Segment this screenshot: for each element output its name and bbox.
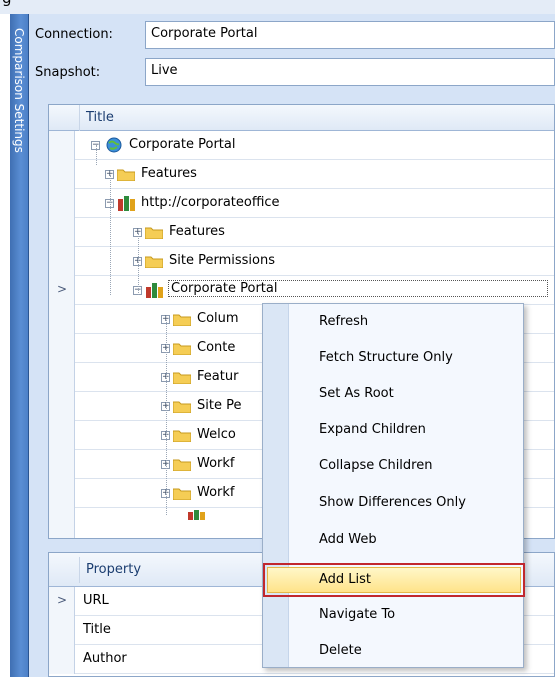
row-selector[interactable] [49,508,75,538]
row-selector[interactable] [49,218,75,247]
snapshot-value: Live [151,63,178,78]
connection-label: Connection: [35,27,113,42]
tree-row[interactable]: + Features [49,160,554,189]
row-selector[interactable] [49,160,75,189]
property-name: Title [83,622,111,637]
tree-item-label: Corporate Portal [129,137,236,152]
menu-item-fetch-structure-only[interactable]: Fetch Structure Only [289,343,521,373]
tree-item-label: Conte [197,340,236,355]
tree-line [166,320,167,515]
row-selector[interactable] [49,247,75,276]
menu-item-add-web[interactable]: Add Web [289,525,521,555]
site-group-icon [118,196,135,211]
folder-icon [173,430,191,442]
row-selector[interactable] [49,334,75,363]
tree-row[interactable]: − http://corporateoffice [49,189,554,218]
row-selector[interactable] [49,645,75,674]
menu-item-show-differences-only[interactable]: Show Differences Only [289,488,521,518]
tree-item-label: Featur [197,369,239,384]
row-selector[interactable] [49,305,75,334]
connection-field[interactable]: Corporate Portal [145,21,555,49]
comparison-settings-sidebar-tab[interactable]: Comparison Settings [10,14,29,677]
snapshot-field[interactable]: Live [145,58,555,86]
tree-item-label-selected: Corporate Portal [168,280,548,297]
site-icon [188,510,205,520]
folder-icon [173,488,191,500]
row-selector[interactable]: > [49,587,75,616]
row-selector[interactable] [49,421,75,450]
property-name: URL [83,593,109,608]
tree-item-label: http://corporateoffice [141,195,280,210]
row-selector[interactable] [49,479,75,508]
tree-item-label: Features [169,224,225,239]
tree-item-label: Site Permissions [169,253,275,268]
globe-icon [106,137,122,153]
tree-item-label: Welco [197,427,236,442]
menu-item-add-list[interactable]: Add List [289,565,521,595]
connection-value: Corporate Portal [151,26,258,41]
row-selector[interactable] [49,392,75,421]
folder-icon [173,372,191,384]
folder-icon [173,343,191,355]
tree-item-label: Workf [197,485,235,500]
tree-line [110,175,111,295]
tree-item-label: Site Pe [197,398,242,413]
title-column-header[interactable]: Title [79,105,554,131]
context-menu: Refresh Fetch Structure Only Set As Root… [262,303,525,668]
top-strip-text: g [2,0,12,7]
top-strip: g [0,0,555,14]
folder-icon [145,256,163,268]
folder-icon [145,227,163,239]
row-selector[interactable]: > [49,276,75,305]
menu-item-set-as-root[interactable]: Set As Root [289,379,521,409]
current-row-arrow-icon: > [57,593,68,607]
tree-row[interactable]: − Corporate Portal [49,131,554,160]
menu-icon-gutter [263,304,289,667]
tree-grid-header: Title [49,105,554,131]
tree-row[interactable]: + Features [49,218,554,247]
tree-line [138,233,139,295]
property-name: Author [83,651,127,666]
tree-item-label: Colum [197,311,239,326]
folder-icon [173,459,191,471]
tree-row[interactable]: > − Corporate Portal [49,276,554,305]
folder-icon [173,401,191,413]
row-selector[interactable] [49,616,75,645]
site-icon [146,283,163,298]
tree-item-label: Features [141,166,197,181]
menu-item-refresh[interactable]: Refresh [289,307,521,337]
folder-icon [117,169,135,181]
row-selector[interactable] [49,131,75,160]
menu-item-expand-children[interactable]: Expand Children [289,415,521,445]
menu-item-navigate-to[interactable]: Navigate To [289,600,521,630]
tree-line [96,145,97,165]
current-row-arrow-icon: > [57,282,68,296]
row-selector[interactable] [49,450,75,479]
menu-item-delete[interactable]: Delete [289,636,521,666]
snapshot-label: Snapshot: [35,65,101,80]
menu-item-collapse-children[interactable]: Collapse Children [289,451,521,481]
sidebar-title: Comparison Settings [12,28,26,153]
row-selector[interactable] [49,363,75,392]
tree-row[interactable]: + Site Permissions [49,247,554,276]
tree-item-label: Workf [197,456,235,471]
row-selector[interactable] [49,189,75,218]
folder-icon [173,314,191,326]
